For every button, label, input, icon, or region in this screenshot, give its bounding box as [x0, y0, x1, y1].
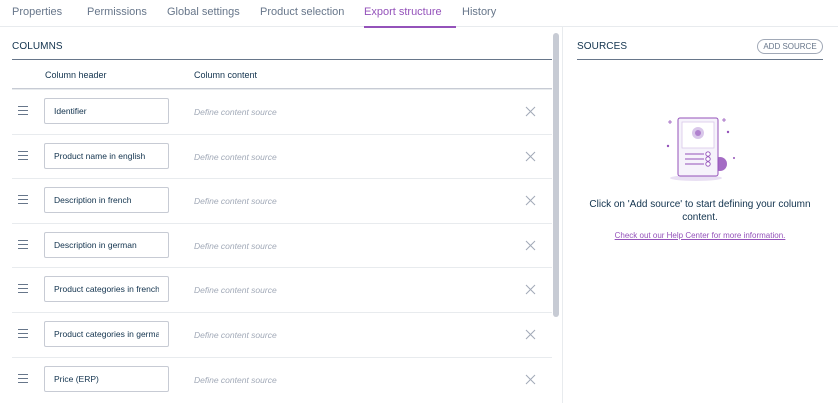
column-header-input[interactable]	[44, 143, 169, 169]
close-icon[interactable]	[525, 106, 536, 117]
columns-scrollbar[interactable]	[553, 33, 559, 317]
tab-global-settings[interactable]: Global settings	[167, 0, 240, 27]
column-header-input[interactable]	[44, 187, 169, 213]
column-header-input[interactable]	[44, 366, 169, 392]
column-content-placeholder[interactable]: Define content source	[194, 330, 277, 340]
column-header-input[interactable]	[44, 232, 169, 258]
panel-divider	[562, 27, 563, 403]
add-source-button[interactable]: Add source	[757, 39, 823, 54]
sources-section-title: Sources	[577, 41, 628, 52]
tab-properties[interactable]: Properties	[12, 0, 62, 27]
table-row: Define content source	[12, 357, 552, 402]
drag-handle-icon[interactable]	[18, 240, 28, 250]
column-content-placeholder[interactable]: Define content source	[194, 152, 277, 162]
help-center-link[interactable]: Check out our Help Center for more infor…	[585, 231, 815, 240]
column-content-placeholder[interactable]: Define content source	[194, 107, 277, 117]
tab-product-selection[interactable]: Product selection	[260, 0, 344, 27]
column-content-heading: Column content	[194, 70, 258, 80]
column-header-input[interactable]	[44, 276, 169, 302]
column-content-placeholder[interactable]: Define content source	[194, 241, 277, 251]
close-icon[interactable]	[525, 195, 536, 206]
drag-handle-icon[interactable]	[18, 151, 28, 161]
document-settings-illustration-icon	[666, 117, 735, 181]
tab-permissions[interactable]: Permissions	[87, 0, 147, 27]
close-icon[interactable]	[525, 374, 536, 385]
column-header-input[interactable]	[44, 98, 169, 124]
drag-handle-icon[interactable]	[18, 374, 28, 384]
table-row: Define content source	[12, 312, 552, 357]
drag-handle-icon[interactable]	[18, 195, 28, 205]
tab-export-structure[interactable]: Export structure	[364, 0, 456, 28]
drag-handle-icon[interactable]	[18, 329, 28, 339]
tab-history[interactable]: History	[462, 0, 496, 27]
drag-handle-icon[interactable]	[18, 284, 28, 294]
sources-empty-message: Click on 'Add source' to start defining …	[589, 199, 811, 223]
table-row: Define content source	[12, 267, 552, 312]
close-icon[interactable]	[525, 329, 536, 340]
table-row: Define content source	[12, 89, 552, 134]
column-content-placeholder[interactable]: Define content source	[194, 285, 277, 295]
column-header-input[interactable]	[44, 321, 169, 347]
columns-section-title: Columns	[12, 41, 63, 52]
column-content-placeholder[interactable]: Define content source	[194, 196, 277, 206]
table-row: Define content source	[12, 223, 552, 268]
column-content-placeholder[interactable]: Define content source	[194, 375, 277, 385]
column-header-heading: Column header	[45, 70, 107, 80]
close-icon[interactable]	[525, 284, 536, 295]
sources-title-divider	[577, 59, 823, 60]
tab-bar: Properties Permissions Global settings P…	[0, 0, 838, 28]
table-row: Define content source	[12, 178, 552, 223]
table-row: Define content source	[12, 134, 552, 179]
close-icon[interactable]	[525, 240, 536, 251]
close-icon[interactable]	[525, 151, 536, 162]
drag-handle-icon[interactable]	[18, 106, 28, 116]
columns-title-divider	[12, 59, 552, 60]
